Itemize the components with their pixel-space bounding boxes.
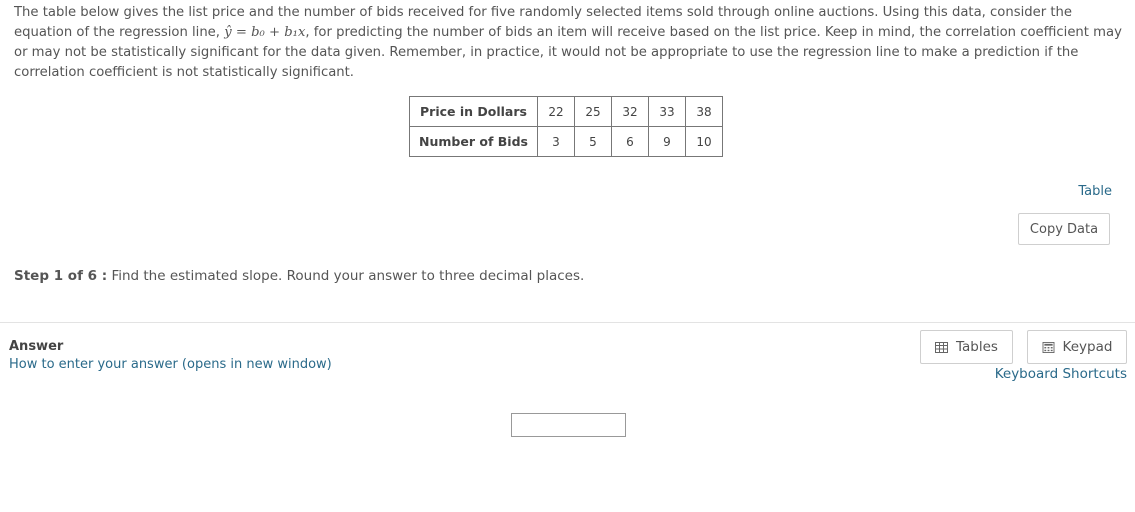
table-cell: 5: [574, 126, 612, 157]
how-to-enter-answer-link[interactable]: How to enter your answer (opens in new w…: [9, 357, 332, 372]
table-row-bids: Number of Bids 3 5 6 9 10: [409, 126, 723, 157]
table-cell: 32: [611, 96, 649, 127]
keypad-button-label: Keypad: [1062, 339, 1113, 355]
table-link[interactable]: Table: [1078, 184, 1112, 199]
tables-button[interactable]: Tables: [920, 330, 1013, 364]
table-cell: 6: [611, 126, 649, 157]
table-cell: 25: [574, 96, 612, 127]
step-label: Step 1 of 6 :: [14, 268, 108, 284]
keypad-icon: [1042, 341, 1055, 353]
divider: [0, 322, 1135, 323]
step-prompt: Step 1 of 6 : Find the estimated slope. …: [14, 268, 584, 284]
table-grid-icon: [935, 341, 949, 353]
problem-statement: The table below gives the list price and…: [14, 3, 1126, 83]
step-instruction: Find the estimated slope. Round your ans…: [111, 268, 585, 284]
table-cell: 9: [648, 126, 686, 157]
table-row-price: Price in Dollars 22 25 32 33 38: [409, 96, 723, 127]
tables-button-label: Tables: [956, 339, 998, 355]
table-cell: 38: [685, 96, 723, 127]
row-header-bids: Number of Bids: [409, 126, 538, 157]
table-cell: 10: [685, 126, 723, 157]
answer-label: Answer: [9, 339, 64, 354]
data-table: Price in Dollars 22 25 32 33 38 Number o…: [409, 96, 723, 157]
keyboard-shortcuts-link[interactable]: Keyboard Shortcuts: [995, 366, 1127, 382]
table-cell: 3: [537, 126, 575, 157]
copy-data-button[interactable]: Copy Data: [1018, 213, 1110, 245]
row-header-price: Price in Dollars: [409, 96, 538, 127]
table-cell: 33: [648, 96, 686, 127]
answer-input[interactable]: [511, 413, 626, 437]
table-cell: 22: [537, 96, 575, 127]
keypad-button[interactable]: Keypad: [1027, 330, 1127, 364]
regression-equation: ŷ = b₀ + b₁x: [224, 25, 306, 40]
